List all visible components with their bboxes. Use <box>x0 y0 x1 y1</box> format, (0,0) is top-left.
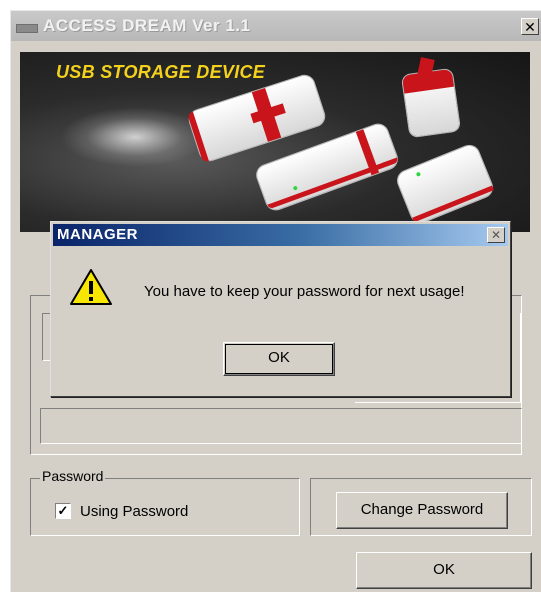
close-button[interactable]: ✕ <box>521 18 539 35</box>
using-password-label[interactable]: Using Password <box>80 503 188 520</box>
dialog-ok-button[interactable]: OK <box>223 342 335 376</box>
banner-title: USB STORAGE DEVICE <box>56 62 266 82</box>
dialog-close-button[interactable]: ✕ <box>487 227 505 243</box>
usb-device-image <box>401 57 461 138</box>
dialog-title-bar: MANAGER ✕ <box>53 224 508 246</box>
title-bar: ACCESS DREAM Ver 1.1 ✕ <box>11 11 541 41</box>
status-field <box>40 408 522 444</box>
system-menu-icon[interactable] <box>16 24 38 33</box>
password-group-label: Password <box>40 468 106 484</box>
ok-button[interactable]: OK <box>356 552 532 589</box>
using-password-checkbox[interactable]: ✓ <box>55 503 71 519</box>
manager-dialog: MANAGER ✕ You have to keep your password… <box>50 221 511 397</box>
change-password-button[interactable]: Change Password <box>336 492 508 529</box>
warning-icon <box>69 267 113 307</box>
product-banner: USB STORAGE DEVICE <box>20 52 530 232</box>
usb-device-image <box>395 142 495 226</box>
dialog-message: You have to keep your password for next … <box>144 283 465 300</box>
window-title: ACCESS DREAM Ver 1.1 <box>43 16 251 35</box>
dialog-title: MANAGER <box>57 226 138 243</box>
